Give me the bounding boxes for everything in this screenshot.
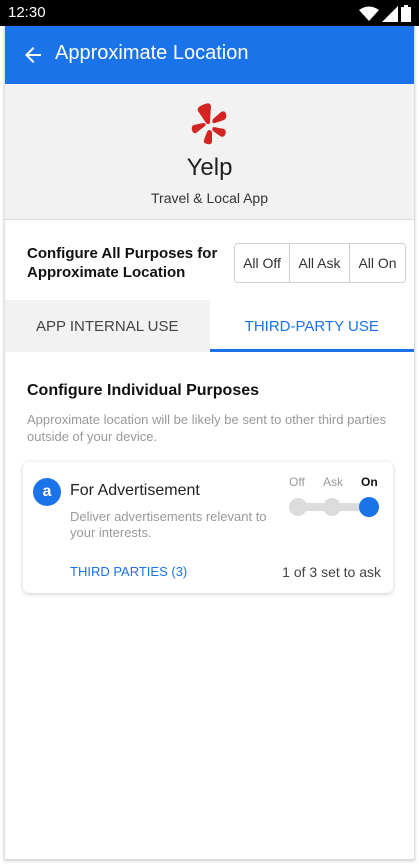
arrow-back-icon[interactable] <box>21 43 45 67</box>
app-category: Travel & Local App <box>151 190 268 206</box>
wifi-icon <box>359 6 379 21</box>
toggle-label-ask: Ask <box>323 475 344 489</box>
toggle-label-off: Off <box>289 475 305 489</box>
purpose-badge: a <box>33 478 61 506</box>
app-header: Yelp Travel & Local App <box>5 84 414 220</box>
app-name: Yelp <box>186 154 233 181</box>
page-title: Approximate Location <box>55 42 249 64</box>
tab-app-internal-use[interactable]: APP INTERNAL USE <box>5 300 210 352</box>
status-bar: 12:30 <box>0 0 419 26</box>
section-description: Approximate location will be likely be s… <box>27 412 387 444</box>
screen-frame: Approximate Location Yelp Travel & Local… <box>4 26 415 860</box>
section-title: Configure Individual Purposes <box>27 382 260 399</box>
all-off-button[interactable]: All Off <box>235 244 290 282</box>
signal-icon <box>382 5 398 22</box>
tab-third-party-use[interactable]: THIRD-PARTY USE <box>209 300 414 352</box>
ask-summary: 1 of 3 set to ask <box>282 564 381 580</box>
purpose-description: Deliver advertisements relevant to your … <box>70 509 267 540</box>
toggle-option-ask[interactable] <box>323 498 341 516</box>
toggle-option-off[interactable] <box>289 498 307 516</box>
third-parties-link[interactable]: THIRD PARTIES (3) <box>70 564 187 579</box>
status-icons <box>359 5 411 22</box>
purpose-title: For Advertisement <box>70 482 200 499</box>
app-bar: Approximate Location <box>5 26 414 84</box>
status-time: 12:30 <box>8 4 46 21</box>
tab-bar: APP INTERNAL USE THIRD-PARTY USE <box>5 300 414 352</box>
configure-all-segmented-control: All Off All Ask All On <box>234 243 406 283</box>
battery-icon <box>401 5 411 22</box>
all-ask-button[interactable]: All Ask <box>290 244 350 282</box>
toggle-label-on: On <box>361 475 378 489</box>
all-on-button[interactable]: All On <box>350 244 405 282</box>
configure-all-label: Configure All Purposes for Approximate L… <box>27 245 218 281</box>
configure-all-section: Configure All Purposes for Approximate L… <box>5 220 414 300</box>
purpose-card: a For Advertisement Deliver advertisemen… <box>23 462 393 593</box>
yelp-logo-icon <box>191 103 227 145</box>
toggle-option-on[interactable] <box>359 497 379 517</box>
